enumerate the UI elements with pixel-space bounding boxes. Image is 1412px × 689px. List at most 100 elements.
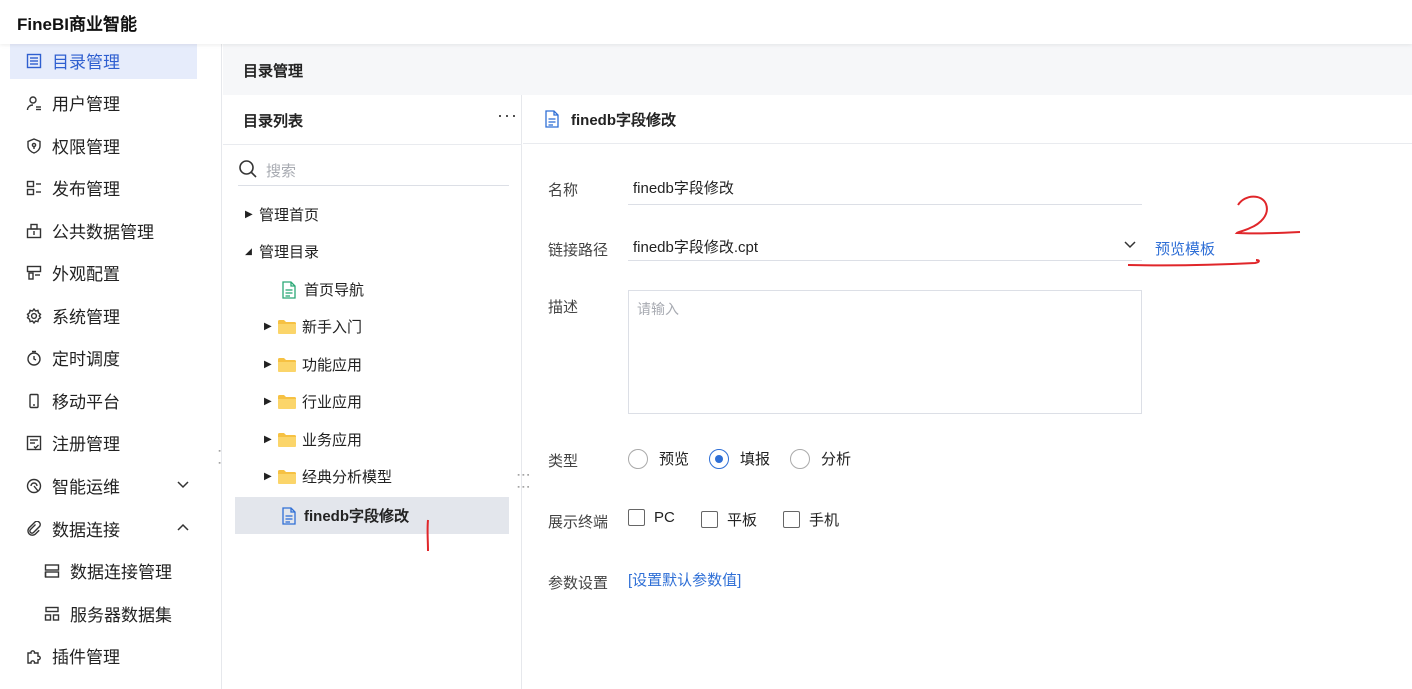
tree-node-beginner[interactable]: ▶ 新手入门 (264, 308, 362, 345)
sidebar-item-register[interactable]: 注册管理 (10, 424, 197, 461)
radio-circle-selected (709, 448, 729, 469)
tree-node-manage-directory[interactable]: ◢ 管理目录 (245, 233, 319, 270)
appearance-icon (24, 263, 44, 283)
tree-node-label: 管理目录 (259, 244, 320, 261)
tree-node-finedb[interactable]: finedb字段修改 (235, 497, 509, 534)
sidebar-item-users[interactable]: 用户管理 (10, 84, 197, 121)
sidebar-item-label: 智能运维 (52, 478, 120, 497)
chevron-down-icon[interactable] (1122, 237, 1138, 257)
folder-icon (278, 357, 296, 372)
content-header: 目录管理 (223, 44, 1412, 95)
tree-node-label: 行业应用 (302, 394, 363, 411)
folder-icon (278, 319, 296, 334)
checkbox-label: 平板 (727, 512, 758, 529)
folder-icon (278, 469, 296, 484)
database-icon (24, 221, 44, 241)
sidebar-item-label: 服务器数据集 (70, 606, 172, 625)
tree-node-manage-home[interactable]: ▶ 管理首页 (245, 196, 319, 233)
register-icon (24, 433, 44, 453)
tree-panel-title: 目录列表 (243, 113, 304, 130)
caret-down-icon[interactable]: ◢ (245, 246, 255, 257)
caret-right-icon[interactable]: ▶ (264, 396, 274, 407)
timer-icon (24, 348, 44, 368)
terminal-checkbox-pc[interactable]: PC (628, 509, 675, 526)
caret-right-icon[interactable]: ▶ (264, 321, 274, 332)
terminal-checkbox-tablet[interactable]: 平板 (701, 509, 757, 530)
chevron-up-icon[interactable] (175, 519, 191, 540)
detail-title: finedb字段修改 (571, 111, 676, 129)
caret-right-icon[interactable]: ▶ (245, 209, 255, 220)
sidebar: 目录管理 用户管理 权限管理 发布管理 公共数据管理 外观配置 系统管理 定时调… (0, 42, 222, 689)
terminal-label: 展示终端 (548, 514, 609, 531)
tree-node-label: 管理首页 (259, 207, 320, 224)
path-select[interactable]: finedb字段修改.cpt (628, 236, 1142, 261)
sidebar-item-ops[interactable]: 智能运维 (10, 467, 197, 504)
default-params-link[interactable]: [设置默认参数值] (628, 569, 741, 590)
plugin-icon (24, 646, 44, 666)
checkbox-label: 手机 (809, 512, 840, 529)
shield-icon (24, 136, 44, 156)
sidebar-item-label: 目录管理 (52, 53, 120, 72)
report-icon (282, 506, 296, 525)
publish-icon (24, 178, 44, 198)
type-radio-fill[interactable]: 填报 (709, 448, 770, 469)
sidebar-item-schedule[interactable]: 定时调度 (10, 339, 197, 376)
detail-header: finedb字段修改 (523, 95, 1412, 144)
tree-node-home-nav[interactable]: 首页导航 (282, 271, 364, 308)
tree-node-business-apps[interactable]: ▶ 业务应用 (264, 421, 362, 458)
path-label: 链接路径 (548, 242, 609, 259)
sidebar-item-label: 权限管理 (52, 138, 120, 157)
param-label: 参数设置 (548, 575, 609, 592)
report-icon (545, 110, 559, 128)
sidebar-item-label: 用户管理 (52, 95, 120, 114)
page-title: 目录管理 (243, 63, 304, 80)
sidebar-item-mobile[interactable]: 移动平台 (10, 382, 197, 419)
mobile-icon (24, 391, 44, 411)
sidebar-item-directory[interactable]: 目录管理 (10, 42, 197, 79)
sidebar-item-data-connection[interactable]: 数据连接 (10, 510, 197, 547)
tree-node-label: 业务应用 (302, 432, 363, 449)
tree-node-label: 经典分析模型 (302, 469, 393, 486)
sidebar-item-label: 数据连接 (52, 521, 120, 540)
chevron-down-icon[interactable] (175, 476, 191, 497)
sidebar-item-server-dataset[interactable]: 服务器数据集 (10, 595, 197, 632)
terminal-checkbox-phone[interactable]: 手机 (783, 509, 839, 530)
sidebar-item-publish[interactable]: 发布管理 (10, 169, 197, 206)
more-options-icon[interactable]: ··· (497, 105, 518, 126)
description-textarea[interactable]: 请输入 (628, 290, 1142, 414)
name-label: 名称 (548, 182, 579, 199)
name-field[interactable]: finedb字段修改 (628, 177, 1142, 205)
dataset-icon (42, 604, 62, 624)
sidebar-item-label: 数据连接管理 (70, 563, 172, 582)
tree-node-industry-apps[interactable]: ▶ 行业应用 (264, 383, 362, 420)
sidebar-item-permissions[interactable]: 权限管理 (10, 127, 197, 164)
tree-node-classic-models[interactable]: ▶ 经典分析模型 (264, 458, 392, 495)
annotation-mark-2 (1234, 195, 1301, 235)
user-icon (24, 93, 44, 113)
sidebar-item-system[interactable]: 系统管理 (10, 297, 197, 334)
path-value: finedb字段修改.cpt (633, 239, 759, 256)
checkbox-label: PC (654, 509, 675, 526)
link-icon (24, 519, 44, 539)
sidebar-item-public-data[interactable]: 公共数据管理 (10, 212, 197, 249)
caret-right-icon[interactable]: ▶ (264, 359, 274, 370)
sidebar-item-plugins[interactable]: 插件管理 (10, 637, 197, 674)
radio-label: 填报 (740, 451, 771, 468)
tree-node-feature-apps[interactable]: ▶ 功能应用 (264, 346, 362, 383)
app-title: FineBI商业智能 (17, 15, 137, 34)
sidebar-item-appearance[interactable]: 外观配置 (10, 254, 197, 291)
folder-icon (278, 432, 296, 447)
caret-right-icon[interactable]: ▶ (264, 471, 274, 482)
top-bar: FineBI商业智能 (0, 0, 1412, 44)
type-radio-preview[interactable]: 预览 (628, 448, 689, 469)
panel-resize-handle[interactable]: ⋮⋮ (516, 468, 532, 492)
search-input[interactable] (266, 163, 496, 180)
preview-template-link[interactable]: 预览模板 (1155, 238, 1215, 259)
sidebar-item-data-connection-manage[interactable]: 数据连接管理 (10, 552, 197, 589)
type-radio-analysis[interactable]: 分析 (790, 448, 851, 469)
caret-right-icon[interactable]: ▶ (264, 434, 274, 445)
tree-search (238, 158, 509, 186)
divider (223, 144, 522, 145)
tree-node-label: 新手入门 (302, 319, 363, 336)
directory-tree-panel: 目录列表 ··· ▶ 管理首页 ◢ 管理目录 首页导航 ▶ 新手入门 ▶ 功能应… (223, 95, 522, 689)
